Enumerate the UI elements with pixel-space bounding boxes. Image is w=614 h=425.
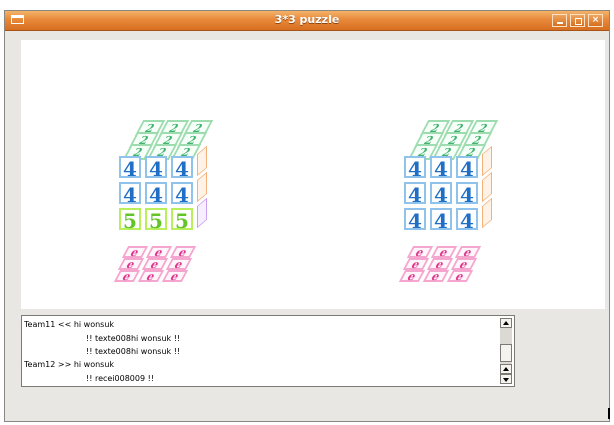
chat-scrollbar[interactable] [500, 318, 512, 384]
bottom-face-tile[interactable]: e [145, 246, 173, 259]
chat-line: Team11 << hi wonsuk [24, 320, 115, 329]
front-face-tile[interactable]: 4 [430, 208, 452, 232]
puzzle-canvas[interactable]: 222222222444444555eeeeeeeee 222222222444… [21, 40, 605, 309]
front-face-tile[interactable]: 4 [145, 156, 167, 180]
front-face-tile[interactable]: 4 [404, 208, 426, 232]
bottom-face-tile[interactable]: e [169, 246, 197, 259]
bottom-face-tile[interactable]: e [430, 246, 458, 259]
chat-line: Team12 >> hi wonsuk [24, 360, 115, 369]
bottom-face-tile[interactable]: e [446, 270, 474, 283]
minimize-button[interactable] [552, 14, 567, 27]
scroll-up-button-lower[interactable] [500, 364, 512, 374]
front-face-tile[interactable]: 4 [456, 156, 478, 180]
bottom-face-tile[interactable]: e [137, 270, 165, 283]
maximize-button[interactable] [570, 14, 585, 27]
scroll-up-button[interactable] [500, 318, 512, 328]
bottom-face-tile[interactable]: e [141, 258, 169, 271]
bottom-face-tile[interactable]: e [113, 270, 141, 283]
front-face-tile[interactable]: 4 [456, 182, 478, 206]
front-face-tile[interactable]: 4 [404, 156, 426, 180]
side-face-tile [482, 197, 492, 229]
chat-line: !! texte008hi wonsuk !! [86, 334, 181, 343]
maximize-icon [575, 18, 582, 25]
title-bar[interactable]: 3*3 puzzle × [5, 11, 609, 31]
bottom-face-tile[interactable]: e [454, 246, 482, 259]
side-face-tile [197, 197, 207, 229]
scroll-thumb[interactable] [500, 344, 512, 362]
chat-log[interactable]: Team11 << hi wonsuk !! texte008hi wonsuk… [21, 315, 515, 387]
front-face-tile[interactable]: 4 [430, 182, 452, 206]
bottom-face-tile[interactable]: e [398, 270, 426, 283]
front-face-tile[interactable]: 4 [119, 182, 141, 206]
close-icon: × [591, 15, 600, 25]
close-button[interactable]: × [588, 14, 603, 27]
front-face-tile[interactable]: 5 [171, 208, 193, 232]
bottom-face-tile[interactable]: e [406, 246, 434, 259]
bottom-face-tile[interactable]: e [402, 258, 430, 271]
front-face-tile[interactable]: 4 [430, 156, 452, 180]
arrow-up-icon [503, 321, 509, 325]
front-face-tile[interactable]: 4 [171, 182, 193, 206]
bottom-face-tile[interactable]: e [426, 258, 454, 271]
bottom-face-tile[interactable]: e [450, 258, 478, 271]
bottom-face-tile[interactable]: e [161, 270, 189, 283]
mouse-cursor [608, 408, 610, 419]
scroll-down-button[interactable] [500, 374, 512, 384]
front-face-tile[interactable]: 4 [171, 156, 193, 180]
minimize-icon [557, 22, 563, 24]
chat-line: !! recei008009 !! [86, 374, 155, 383]
bottom-face-tile[interactable]: e [121, 246, 149, 259]
window-title: 3*3 puzzle [274, 13, 340, 26]
arrow-down-icon [503, 378, 509, 382]
bottom-face-tile[interactable]: e [422, 270, 450, 283]
front-face-tile[interactable]: 4 [119, 156, 141, 180]
app-window: 3*3 puzzle × 222222222444444555eeeeeeeee… [4, 10, 610, 422]
front-face-tile[interactable]: 4 [404, 182, 426, 206]
bottom-face-tile[interactable]: e [117, 258, 145, 271]
bottom-face-tile[interactable]: e [165, 258, 193, 271]
front-face-tile[interactable]: 4 [145, 182, 167, 206]
front-face-tile[interactable]: 5 [119, 208, 141, 232]
chat-line: !! texte008hi wonsuk !! [86, 347, 181, 356]
arrow-up-icon [503, 367, 509, 371]
front-face-tile[interactable]: 5 [145, 208, 167, 232]
front-face-tile[interactable]: 4 [456, 208, 478, 232]
